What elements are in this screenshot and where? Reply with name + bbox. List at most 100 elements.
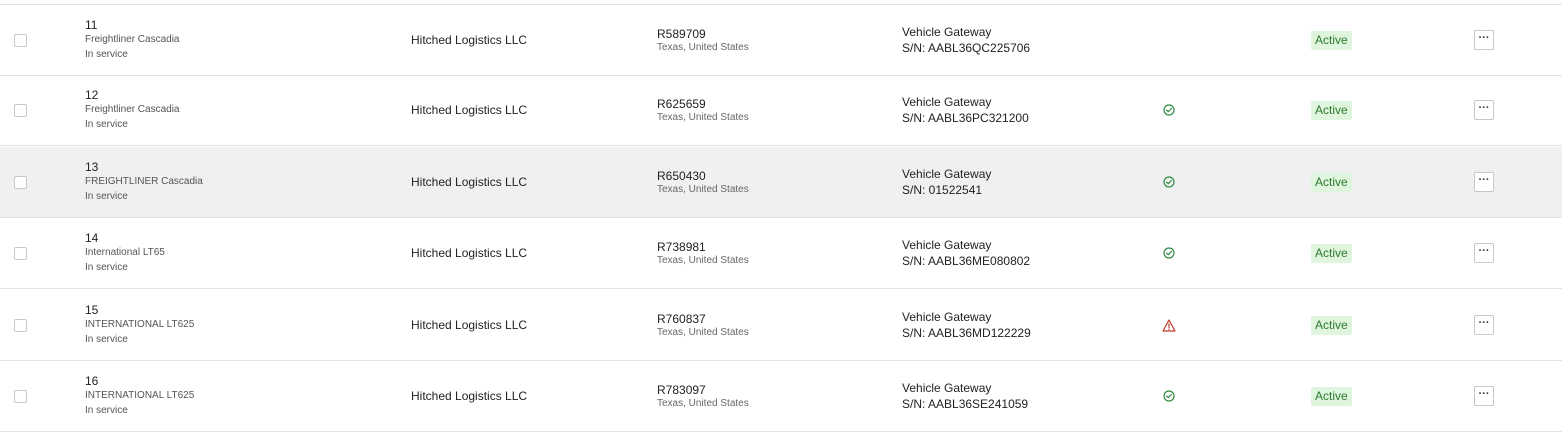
check-circle-icon: [1163, 247, 1175, 259]
health-cell: [1162, 5, 1176, 75]
more-actions-button[interactable]: ···: [1474, 315, 1494, 335]
row-checkbox[interactable]: [14, 318, 27, 332]
more-actions-button[interactable]: ···: [1474, 172, 1494, 192]
row-select-cell: [14, 75, 27, 145]
check-circle-icon: [1163, 104, 1175, 116]
vehicle-model: Freightliner Cascadia: [85, 104, 180, 115]
gateway-serial: S/N: AABL36SE241059: [902, 397, 1029, 411]
plate-location: Texas, United States: [657, 111, 749, 123]
status-badge: Active: [1311, 100, 1352, 120]
gateway-cell: Vehicle Gateway S/N: 01522541: [902, 147, 991, 217]
status-badge: Active: [1311, 172, 1352, 192]
license-plate: R760837: [657, 311, 706, 326]
table-row[interactable]: 13 FREIGHTLINER Cascadia In service Hitched…: [0, 147, 1562, 218]
table-row[interactable]: 14 International LT65 In service Hitched Lo…: [0, 218, 1562, 289]
actions-cell: ···: [1474, 5, 1494, 75]
status-cell: Active: [1311, 75, 1352, 145]
company-cell: Hitched Logistics LLC: [411, 361, 527, 431]
license-plate-cell: R589709 Texas, United States: [657, 5, 749, 75]
row-checkbox[interactable]: [14, 246, 27, 260]
gateway-serial: S/N: AABL36PC321200: [902, 111, 1029, 125]
gateway-cell: Vehicle Gateway S/N: AABL36QC225706: [902, 5, 1030, 75]
more-actions-button[interactable]: ···: [1474, 386, 1494, 406]
vehicle-cell: 14 International LT65 In service: [85, 218, 165, 288]
license-plate-cell: R625659 Texas, United States: [657, 75, 749, 145]
gateway-type: Vehicle Gateway: [902, 381, 992, 395]
vehicle-model: International LT65: [85, 247, 165, 258]
company-cell: Hitched Logistics LLC: [411, 75, 527, 145]
company-name: Hitched Logistics LLC: [411, 33, 528, 47]
license-plate-cell: R783097 Texas, United States: [657, 361, 749, 431]
company-cell: Hitched Logistics LLC: [411, 218, 527, 288]
row-checkbox[interactable]: [14, 33, 27, 47]
vehicle-service-status: In service: [85, 262, 128, 273]
company-name: Hitched Logistics LLC: [411, 103, 528, 117]
table-row[interactable]: 16 INTERNATIONAL LT625 In service Hitched L…: [0, 361, 1562, 432]
status-cell: Active: [1311, 147, 1352, 217]
company-name: Hitched Logistics LLC: [411, 175, 528, 189]
vehicle-cell: 16 INTERNATIONAL LT625 In service: [85, 361, 194, 431]
health-cell: [1162, 290, 1176, 360]
vehicle-name[interactable]: 13: [85, 160, 203, 175]
plate-location: Texas, United States: [657, 326, 749, 338]
gateway-serial: S/N: AABL36MD122229: [902, 326, 1031, 340]
plate-location: Texas, United States: [657, 41, 749, 53]
vehicle-service-status: In service: [85, 49, 128, 60]
vehicle-model: INTERNATIONAL LT625: [85, 319, 195, 330]
row-checkbox[interactable]: [14, 389, 27, 403]
actions-cell: ···: [1474, 75, 1494, 145]
company-cell: Hitched Logistics LLC: [411, 147, 527, 217]
vehicle-cell: 12 Freightliner Cascadia In service: [85, 75, 180, 145]
license-plate-cell: R650430 Texas, United States: [657, 147, 749, 217]
row-select-cell: [14, 147, 27, 217]
vehicle-model: FREIGHTLINER Cascadia: [85, 176, 203, 187]
gateway-serial: S/N: 01522541: [902, 183, 983, 197]
row-select-cell: [14, 361, 27, 431]
status-cell: Active: [1311, 361, 1352, 431]
gateway-type: Vehicle Gateway: [902, 95, 992, 109]
vehicle-name[interactable]: 16: [85, 374, 194, 389]
license-plate: R783097: [657, 382, 706, 397]
row-checkbox[interactable]: [14, 175, 27, 189]
vehicle-service-status: In service: [85, 405, 128, 416]
vehicle-model: Freightliner Cascadia: [85, 34, 180, 45]
row-checkbox[interactable]: [14, 103, 27, 117]
row-select-cell: [14, 218, 27, 288]
table-row[interactable]: 11 Freightliner Cascadia In service Hitched…: [0, 5, 1562, 76]
table-row[interactable]: 12 Freightliner Cascadia In service Hitched…: [0, 75, 1562, 146]
gateway-cell: Vehicle Gateway S/N: AABL36SE241059: [902, 361, 1028, 431]
vehicle-name[interactable]: 14: [85, 231, 165, 246]
license-plate: R650430: [657, 168, 706, 183]
gateway-cell: Vehicle Gateway S/N: AABL36PC321200: [902, 75, 1029, 145]
health-cell: [1162, 147, 1176, 217]
gateway-serial: S/N: AABL36ME080802: [902, 254, 1031, 268]
table-row[interactable]: 15 INTERNATIONAL LT625 In service Hitched L…: [0, 290, 1562, 361]
health-cell: [1162, 218, 1176, 288]
more-actions-button[interactable]: ···: [1474, 100, 1494, 120]
license-plate: R625659: [657, 96, 706, 111]
vehicle-cell: 15 INTERNATIONAL LT625 In service: [85, 290, 194, 360]
status-cell: Active: [1311, 218, 1352, 288]
license-plate-cell: R738981 Texas, United States: [657, 218, 749, 288]
vehicle-name[interactable]: 15: [85, 303, 194, 318]
vehicle-cell: 11 Freightliner Cascadia In service: [85, 5, 180, 75]
license-plate: R738981: [657, 239, 706, 254]
more-actions-button[interactable]: ···: [1474, 30, 1494, 50]
actions-cell: ···: [1474, 361, 1494, 431]
vehicle-name[interactable]: 12: [85, 88, 180, 103]
warning-triangle-icon: [1162, 318, 1176, 332]
gateway-cell: Vehicle Gateway S/N: AABL36ME080802: [902, 218, 1030, 288]
actions-cell: ···: [1474, 147, 1494, 217]
company-cell: Hitched Logistics LLC: [411, 5, 527, 75]
company-name: Hitched Logistics LLC: [411, 246, 528, 260]
vehicle-name[interactable]: 11: [85, 18, 180, 33]
vehicle-table: 11 Freightliner Cascadia In service Hitched…: [0, 0, 1562, 432]
status-badge: Active: [1311, 386, 1352, 406]
health-cell: [1162, 361, 1176, 431]
more-actions-button[interactable]: ···: [1474, 243, 1494, 263]
plate-location: Texas, United States: [657, 397, 749, 409]
check-circle-icon: [1163, 176, 1175, 188]
gateway-type: Vehicle Gateway: [902, 310, 992, 324]
company-name: Hitched Logistics LLC: [411, 389, 528, 403]
status-badge: Active: [1311, 30, 1352, 50]
